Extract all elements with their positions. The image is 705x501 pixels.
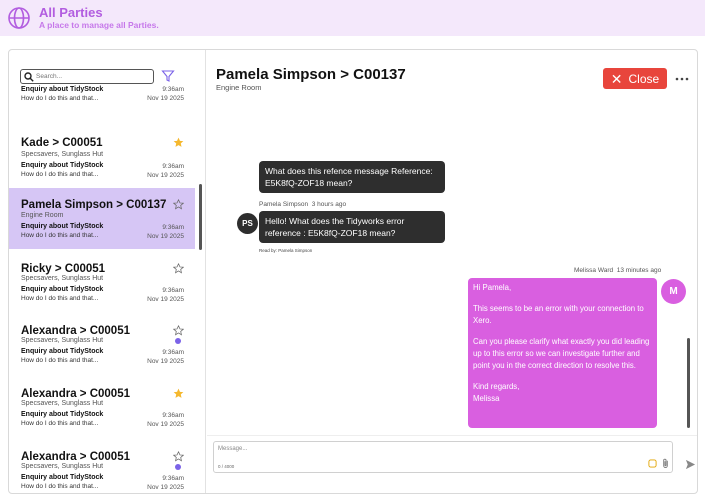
attach-icon[interactable] (661, 458, 670, 469)
conversation-date: Nov 19 2025 (147, 95, 184, 102)
app-header: All Parties A place to manage all Partie… (0, 0, 705, 36)
conversation-item[interactable]: Kade > C00051 Specsavers, Sunglass Hut E… (9, 136, 195, 192)
outgoing-time: 13 minutes ago (616, 267, 662, 274)
conversation-preview: How do I do this and that... (21, 420, 99, 427)
parties-card: Enquiry about TidyStock How do I do this… (8, 49, 698, 494)
conversation-name: Alexandra > C00051 (21, 451, 130, 463)
conversation-subtitle: Specsavers, Sunglass Hut (21, 275, 104, 282)
conversation-item[interactable]: Alexandra > C00051 Specsavers, Sunglass … (9, 324, 195, 380)
outgoing-paragraph: Can you please clarify what exactly you … (473, 337, 650, 370)
conversation-subtitle: Engine Room (21, 212, 64, 219)
outgoing-message-bubble: Hi Pamela, This seems to be an error wit… (468, 278, 657, 428)
conversation-sidebar: Enquiry about TidyStock How do I do this… (9, 50, 206, 493)
star-outline-icon[interactable] (173, 451, 184, 462)
conversation-topic: Enquiry about TidyStock (21, 348, 104, 355)
send-icon[interactable] (685, 459, 696, 470)
star-outline-icon[interactable] (173, 325, 184, 336)
close-label: Close (628, 71, 660, 86)
conversation-item[interactable]: Enquiry about TidyStock How do I do this… (9, 82, 195, 128)
incoming-time: 3 hours ago (311, 201, 347, 208)
conversation-name: Alexandra > C00051 (21, 325, 130, 337)
conversation-name: Alexandra > C00051 (21, 388, 130, 400)
star-icon[interactable] (173, 137, 184, 148)
search-input[interactable] (36, 71, 150, 82)
incoming-message-meta: Pamela Simpson 3 hours ago (259, 201, 346, 208)
chat-subtitle: Engine Room (216, 83, 262, 92)
conversation-topic: Enquiry about TidyStock (21, 223, 104, 230)
star-outline-icon[interactable] (173, 199, 184, 210)
conversation-item-active[interactable]: Pamela Simpson > C00137 Engine Room Enqu… (9, 188, 195, 249)
outgoing-paragraph: Kind regards, Melissa (473, 382, 520, 403)
conversation-item[interactable]: Ricky > C00051 Specsavers, Sunglass Hut … (9, 262, 195, 318)
conversation-time: 9:36am (162, 86, 184, 93)
outgoing-author: Melissa Ward (574, 267, 614, 274)
reference-message-bubble: What does this refence message Reference… (259, 161, 445, 193)
outgoing-paragraph: Hi Pamela, (473, 283, 512, 292)
outgoing-message-meta: Melissa Ward 13 minutes ago (574, 267, 661, 274)
divider (207, 435, 697, 436)
conversation-item[interactable]: Alexandra > C00051 Specsavers, Sunglass … (9, 450, 195, 493)
conversation-subtitle: Specsavers, Sunglass Hut (21, 400, 104, 407)
conversation-preview: How do I do this and that... (21, 232, 99, 239)
conversation-date: Nov 19 2025 (147, 421, 184, 428)
conversation-preview: How do I do this and that... (21, 357, 99, 364)
more-icon[interactable] (675, 77, 689, 81)
chat-scrollbar[interactable] (687, 338, 690, 428)
conversation-time: 9:36am (162, 475, 184, 482)
conversation-topic: Enquiry about TidyStock (21, 474, 104, 481)
read-receipt: Read by: Pamela Simpson (259, 248, 313, 253)
conversation-subtitle: Specsavers, Sunglass Hut (21, 151, 104, 158)
conversation-date: Nov 19 2025 (147, 358, 184, 365)
conversation-topic: Enquiry about TidyStock (21, 411, 104, 418)
star-icon[interactable] (173, 388, 184, 399)
conversation-date: Nov 19 2025 (147, 233, 184, 240)
message-input[interactable]: Message... (218, 446, 247, 452)
outgoing-paragraph: This seems to be an error with your conn… (473, 304, 644, 325)
conversation-time: 9:36am (162, 224, 184, 231)
search-icon (24, 72, 34, 82)
conversation-preview: How do I do this and that... (21, 171, 99, 178)
unread-dot (175, 464, 181, 470)
conversation-time: 9:36am (162, 349, 184, 356)
close-icon: ✕ (610, 70, 623, 87)
conversation-preview: How do I do this and that... (21, 295, 99, 302)
conversation-name: Kade > C00051 (21, 137, 103, 149)
conversation-name: Pamela Simpson > C00137 (21, 199, 167, 211)
conversation-name: Ricky > C00051 (21, 263, 106, 275)
message-composer[interactable]: Message... 0 / 4000 (213, 441, 673, 473)
character-counter: 0 / 4000 (218, 464, 235, 469)
avatar: M (661, 279, 686, 304)
filter-icon[interactable] (161, 69, 175, 83)
conversation-time: 9:36am (162, 163, 184, 170)
unread-dot (175, 338, 181, 344)
star-outline-icon[interactable] (173, 263, 184, 274)
conversation-subtitle: Specsavers, Sunglass Hut (21, 337, 104, 344)
conversation-time: 9:36am (162, 412, 184, 419)
conversation-time: 9:36am (162, 287, 184, 294)
page-subtitle: A place to manage all Parties. (39, 20, 159, 30)
conversation-date: Nov 19 2025 (147, 484, 184, 491)
incoming-author: Pamela Simpson (259, 201, 309, 208)
chat-title: Pamela Simpson > C00137 (216, 66, 406, 83)
chat-pane: Pamela Simpson > C00137 Engine Room ✕ Cl… (207, 50, 697, 493)
conversation-date: Nov 19 2025 (147, 296, 184, 303)
conversation-subtitle: Specsavers, Sunglass Hut (21, 463, 104, 470)
globe-icon (8, 7, 30, 29)
close-button[interactable]: ✕ Close (603, 68, 667, 89)
conversation-preview: How do I do this and that... (21, 483, 99, 490)
conversation-date: Nov 19 2025 (147, 172, 184, 179)
emoji-icon[interactable] (648, 459, 657, 468)
sidebar-scrollbar[interactable] (199, 184, 202, 250)
conversation-item[interactable]: Alexandra > C00051 Specsavers, Sunglass … (9, 387, 195, 443)
page-title: All Parties (39, 5, 103, 20)
incoming-message-bubble: Hello! What does the Tidyworks error ref… (259, 211, 445, 243)
conversation-topic: Enquiry about TidyStock (21, 86, 104, 93)
conversation-topic: Enquiry about TidyStock (21, 286, 104, 293)
conversation-topic: Enquiry about TidyStock (21, 162, 104, 169)
avatar: PS (237, 213, 258, 234)
conversation-preview: How do I do this and that... (21, 95, 99, 102)
